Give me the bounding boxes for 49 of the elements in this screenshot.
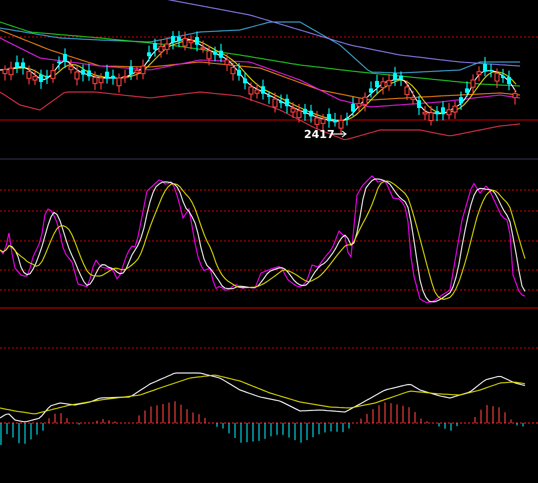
candlestick bbox=[105, 64, 109, 84]
candlestick bbox=[512, 88, 518, 106]
candlestick bbox=[351, 96, 355, 116]
candlestick bbox=[195, 30, 199, 52]
candlestick bbox=[327, 108, 331, 128]
candlestick bbox=[494, 68, 500, 88]
candlestick bbox=[267, 90, 271, 104]
candlestick bbox=[309, 104, 313, 124]
candlestick bbox=[219, 43, 223, 63]
candlestick bbox=[459, 90, 463, 110]
candlestick bbox=[375, 74, 379, 94]
candlestick bbox=[489, 64, 493, 78]
candlestick bbox=[483, 56, 487, 77]
candlestick bbox=[417, 95, 421, 116]
candlestick bbox=[272, 92, 278, 114]
candlestick bbox=[441, 100, 445, 121]
candlestick bbox=[501, 68, 505, 84]
candlestick bbox=[153, 38, 157, 58]
candlestick bbox=[177, 30, 181, 48]
candlestick bbox=[129, 60, 133, 80]
candlestick bbox=[435, 106, 439, 122]
candlestick bbox=[111, 69, 115, 86]
candlestick bbox=[333, 112, 337, 127]
candlestick bbox=[81, 64, 85, 82]
candlestick bbox=[345, 112, 349, 126]
candlestick bbox=[147, 45, 151, 62]
candlestick bbox=[213, 46, 217, 62]
low-price-label: 2417 bbox=[304, 128, 335, 141]
candlestick bbox=[261, 79, 265, 100]
candlestick bbox=[369, 80, 373, 98]
candlestick bbox=[57, 56, 61, 70]
candlestick bbox=[303, 104, 307, 122]
candlestick bbox=[45, 69, 49, 85]
candlestick bbox=[171, 30, 175, 50]
candlestick bbox=[285, 94, 289, 114]
candlestick bbox=[237, 62, 241, 82]
candlestick bbox=[465, 80, 469, 98]
candlestick bbox=[399, 70, 403, 86]
candlestick bbox=[279, 94, 283, 109]
candlestick bbox=[21, 57, 25, 76]
candlestick bbox=[50, 63, 56, 84]
candlestick bbox=[63, 48, 67, 69]
candlestick bbox=[393, 66, 397, 86]
candlestick bbox=[87, 62, 91, 82]
candlestick bbox=[338, 114, 344, 136]
candlestick bbox=[507, 70, 511, 91]
candlestick bbox=[243, 72, 247, 90]
candlestick bbox=[15, 54, 19, 74]
candlestick bbox=[39, 69, 43, 90]
